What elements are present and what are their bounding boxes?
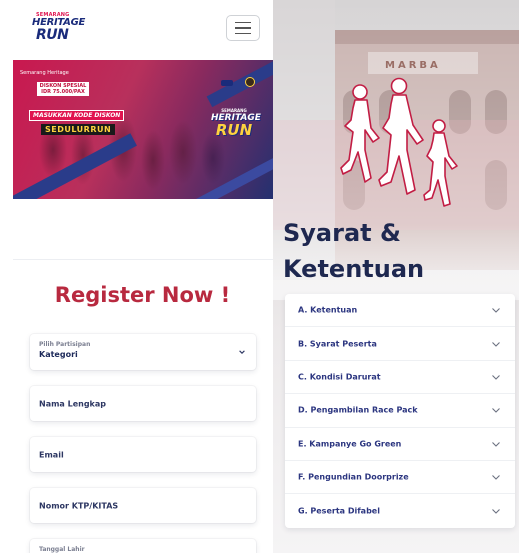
id-number-input[interactable]: Nomor KTP/KITAS — [30, 488, 256, 523]
field-label: Tanggal Lahir — [39, 546, 85, 553]
terms-title-line2: Ketentuan — [283, 255, 425, 283]
chevron-down-icon — [492, 375, 500, 380]
terms-accordion: A. Ketentuan B. Syarat Peserta C. Kondis… — [285, 294, 515, 528]
chevron-down-icon — [239, 350, 245, 354]
accordion-label: B. Syarat Peserta — [298, 339, 377, 349]
participant-category-select[interactable]: Pilih Partisipan Kategori — [30, 334, 256, 370]
accordion-item-peserta-difabel[interactable]: G. Peserta Difabel — [285, 494, 515, 527]
event-logo[interactable]: SEMARANG HERITAGE RUN — [32, 12, 85, 44]
chevron-down-icon — [492, 441, 500, 447]
accordion-label: D. Pengambilan Race Pack — [298, 405, 418, 415]
accordion-item-go-green[interactable]: E. Kampanye Go Green — [285, 428, 515, 461]
field-value: Kategori — [39, 350, 78, 359]
terms-title-line1: Syarat & — [283, 219, 401, 247]
accordion-item-doorprize[interactable]: F. Pengundian Doorprize — [285, 461, 515, 495]
banner-promo: DISKON SPESIAL IDR 75.000/PAX — [37, 82, 89, 96]
chevron-down-icon — [492, 408, 500, 414]
section-divider — [13, 259, 273, 260]
terms-column: MARBA Syarat & Ketentuan A. Ketentuan B.… — [273, 0, 519, 553]
banner-ticket-text: MASUKKAN KODE DISKON — [29, 110, 125, 121]
hamburger-icon — [235, 21, 251, 24]
email-input[interactable]: Email — [30, 437, 256, 472]
accordion-item-syarat-peserta[interactable]: B. Syarat Peserta — [285, 327, 515, 361]
accordion-item-kondisi-darurat[interactable]: C. Kondisi Darurat — [285, 361, 515, 395]
logo-text-bottom: RUN — [36, 27, 69, 43]
registration-column: SEMARANG HERITAGE RUN Semarang Heritage … — [0, 0, 273, 553]
promo-banner[interactable]: Semarang Heritage DISKON SPESIAL IDR 75.… — [13, 60, 273, 199]
birth-date-input[interactable]: Tanggal Lahir — [30, 539, 256, 553]
accordion-label: C. Kondisi Darurat — [298, 372, 381, 382]
building-sign: MARBA — [385, 60, 441, 71]
city-emblem-icon — [245, 77, 255, 87]
accordion-item-ketentuan[interactable]: A. Ketentuan — [285, 294, 515, 328]
field-placeholder: Nomor KTP/KITAS — [39, 501, 119, 510]
accordion-label: A. Ketentuan — [298, 305, 358, 315]
field-placeholder: Nama Lengkap — [39, 399, 107, 408]
hamburger-icon-line — [235, 32, 251, 35]
menu-toggle-button[interactable] — [226, 15, 260, 41]
top-navbar: SEMARANG HERITAGE RUN — [0, 0, 273, 58]
chevron-down-icon — [492, 308, 500, 313]
chevron-down-icon — [492, 475, 500, 480]
hamburger-icon-line — [235, 27, 251, 29]
accordion-label: F. Pengundian Doorprize — [298, 472, 409, 482]
accordion-label: E. Kampanye Go Green — [298, 439, 402, 449]
banner-logo-bottom: RUN — [215, 121, 253, 139]
register-title: Register Now ! — [54, 283, 231, 307]
banner-event-logo: SEMARANG HERITAGE RUN — [211, 108, 261, 142]
banner-discount-code: SEDULURRUN — [41, 124, 116, 135]
accordion-label: G. Peserta Difabel — [298, 506, 380, 516]
field-placeholder: Email — [39, 450, 64, 459]
field-label: Pilih Partisipan — [39, 341, 91, 348]
sponsor-logo — [221, 80, 233, 86]
chevron-down-icon — [492, 341, 500, 347]
banner-sponsor: Semarang Heritage — [20, 70, 69, 76]
chevron-down-icon — [492, 509, 500, 514]
full-name-input[interactable]: Nama Lengkap — [30, 386, 256, 421]
accordion-item-race-pack[interactable]: D. Pengambilan Race Pack — [285, 394, 515, 428]
terms-title: Syarat & Ketentuan — [283, 215, 424, 287]
